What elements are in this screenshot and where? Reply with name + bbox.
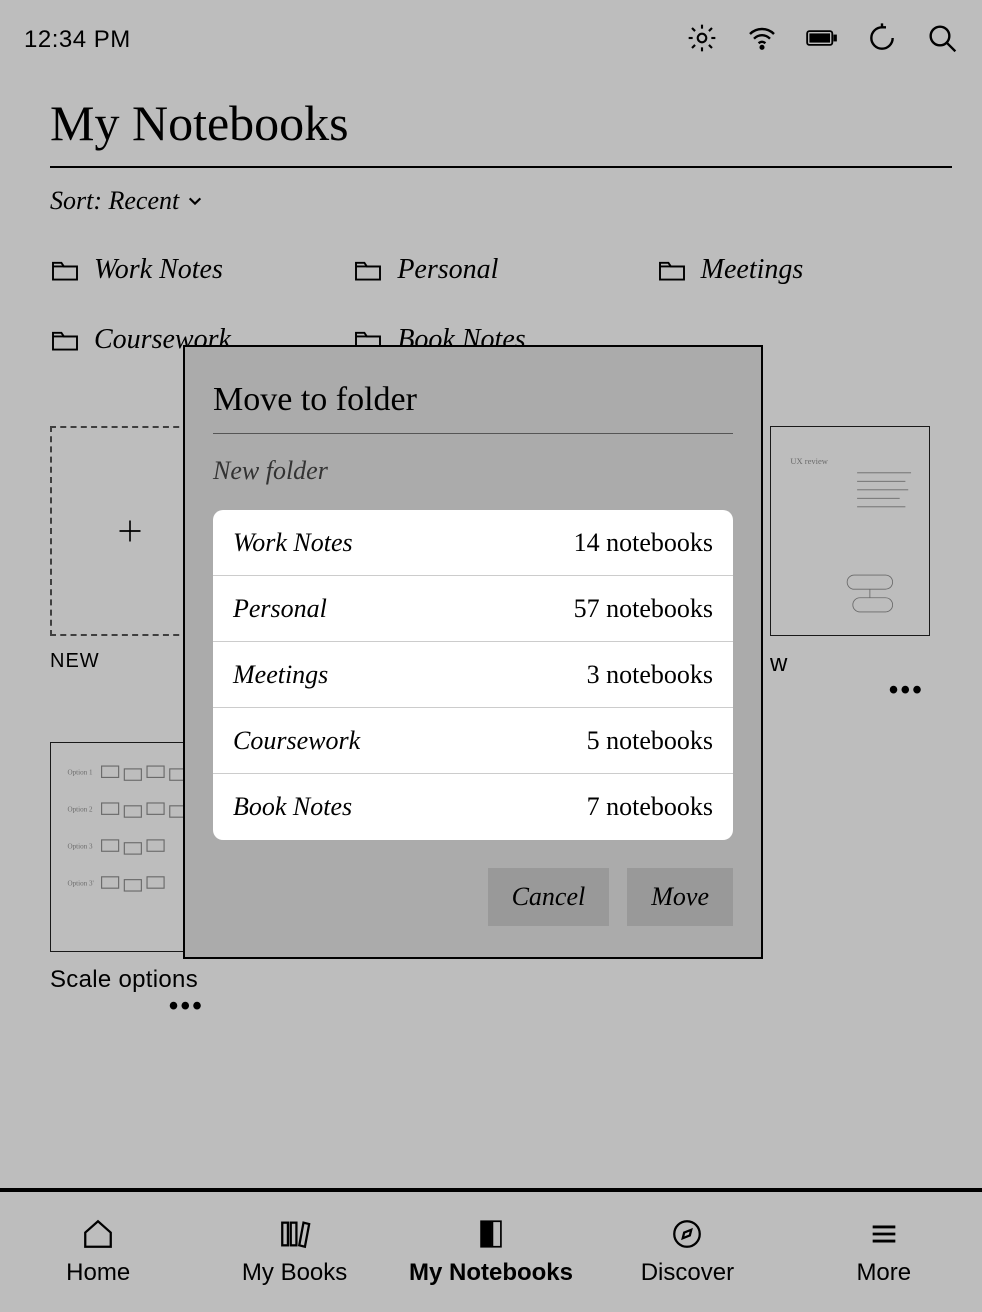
dialog-button-row: Cancel Move: [213, 868, 733, 926]
nav-my-notebooks[interactable]: My Notebooks: [393, 1192, 589, 1312]
dialog-folder-row[interactable]: Book Notes 7 notebooks: [213, 774, 733, 840]
books-icon: [278, 1217, 312, 1251]
dialog-folder-name: Meetings: [233, 660, 328, 690]
menu-icon: [867, 1217, 901, 1251]
dialog-folder-row[interactable]: Work Notes 14 notebooks: [213, 510, 733, 576]
notebook-icon: [474, 1217, 508, 1251]
move-to-folder-dialog: Move to folder New folder Work Notes 14 …: [183, 345, 763, 959]
nav-discover[interactable]: Discover: [589, 1192, 785, 1312]
compass-icon: [670, 1217, 704, 1251]
dialog-folder-name: Work Notes: [233, 528, 353, 558]
dialog-divider: [213, 433, 733, 434]
dialog-folder-count: 5 notebooks: [587, 726, 713, 756]
nav-label: Home: [66, 1259, 130, 1287]
dialog-folder-count: 57 notebooks: [574, 594, 713, 624]
move-button[interactable]: Move: [627, 868, 733, 926]
nav-more[interactable]: More: [786, 1192, 982, 1312]
new-folder-link[interactable]: New folder: [213, 456, 328, 486]
dialog-folder-row[interactable]: Coursework 5 notebooks: [213, 708, 733, 774]
nav-label: Discover: [641, 1259, 734, 1287]
home-icon: [81, 1217, 115, 1251]
dialog-title: Move to folder: [213, 381, 733, 419]
dialog-folder-name: Book Notes: [233, 792, 352, 822]
nav-my-books[interactable]: My Books: [196, 1192, 392, 1312]
dialog-folder-count: 7 notebooks: [587, 792, 713, 822]
nav-home[interactable]: Home: [0, 1192, 196, 1312]
dialog-folder-name: Coursework: [233, 726, 360, 756]
cancel-button[interactable]: Cancel: [488, 868, 610, 926]
bottom-nav: Home My Books My Notebooks Discover More: [0, 1188, 982, 1312]
dialog-folder-count: 14 notebooks: [574, 528, 713, 558]
dialog-folder-row[interactable]: Meetings 3 notebooks: [213, 642, 733, 708]
nav-label: My Books: [242, 1259, 347, 1287]
nav-label: More: [856, 1259, 911, 1287]
dialog-folder-count: 3 notebooks: [587, 660, 713, 690]
dialog-folder-name: Personal: [233, 594, 327, 624]
dialog-folder-row[interactable]: Personal 57 notebooks: [213, 576, 733, 642]
dialog-folder-list: Work Notes 14 notebooks Personal 57 note…: [213, 510, 733, 840]
nav-label: My Notebooks: [409, 1259, 573, 1287]
